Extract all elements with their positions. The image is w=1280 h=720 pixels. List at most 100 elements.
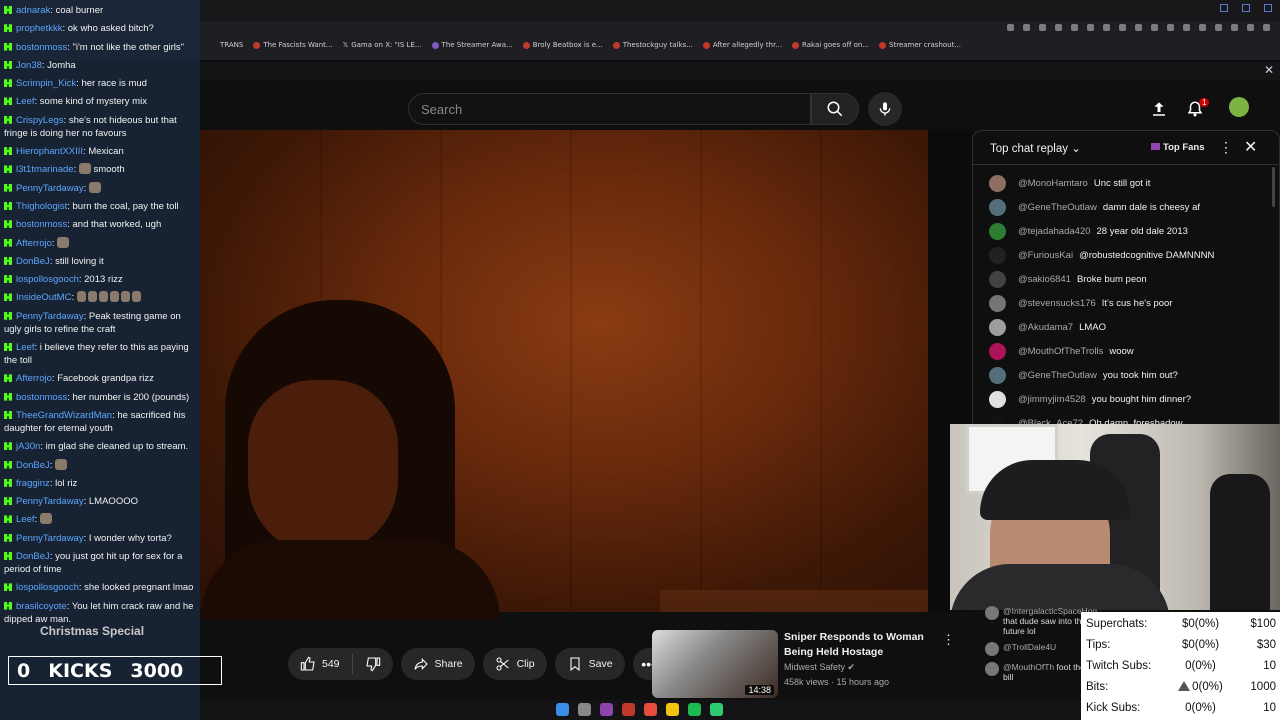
extension-icon[interactable] [1167, 24, 1174, 31]
chat-author[interactable]: @MonoHamtaro [1018, 178, 1088, 189]
bookmark[interactable]: The Streamer Awa... [431, 41, 513, 49]
chat-username[interactable]: brasilcoyote [16, 601, 67, 612]
extension-icon[interactable] [1215, 24, 1222, 31]
create-button[interactable] [1146, 96, 1172, 122]
chat-username[interactable]: Jon38 [16, 60, 42, 71]
avatar[interactable] [989, 390, 1006, 408]
extension-icon[interactable] [1231, 24, 1238, 31]
avatar[interactable] [989, 294, 1006, 312]
chat-author[interactable]: @stevensucks176 [1018, 298, 1096, 309]
browser-icon[interactable] [644, 703, 657, 716]
close-window-icon[interactable] [1264, 4, 1272, 12]
chat-username[interactable]: InsideOutMC [16, 292, 71, 303]
extension-icon[interactable] [1135, 24, 1142, 31]
extension-icon[interactable] [1119, 24, 1126, 31]
avatar[interactable] [989, 366, 1006, 384]
extension-icon[interactable] [1103, 24, 1110, 31]
windows-start-icon[interactable] [556, 703, 569, 716]
minimize-icon[interactable] [1220, 4, 1228, 12]
chat-username[interactable]: Leef [16, 342, 35, 353]
chat-username[interactable]: Leef [16, 96, 35, 107]
chat-username[interactable]: TheeGrandWizardMan [16, 410, 112, 421]
chat-username[interactable]: Thighologist [16, 201, 67, 212]
search-icon[interactable] [578, 703, 591, 716]
extension-icon[interactable] [1007, 24, 1014, 31]
chat-author[interactable]: @FuriousKai [1018, 250, 1073, 261]
bookmark[interactable]: Rakai goes off on... [792, 41, 869, 49]
top-fans-button[interactable]: Top Fans [1151, 142, 1205, 153]
xbox-icon[interactable] [710, 703, 723, 716]
chat-username[interactable]: DonBeJ [16, 551, 50, 562]
chat-username[interactable]: Leef [16, 514, 35, 525]
chat-author[interactable]: @MouthOfTheTrolls [1018, 346, 1103, 357]
bookmark[interactable]: After allegedly thr... [702, 41, 782, 49]
chat-username[interactable]: prophetkkk [16, 23, 62, 34]
chat-author[interactable]: @Akudama7 [1018, 322, 1073, 333]
spotify-icon[interactable] [688, 703, 701, 716]
recommended-video[interactable]: 14:38 Sniper Responds to Woman Being Hel… [652, 630, 957, 700]
account-avatar[interactable] [1229, 97, 1249, 117]
share-button[interactable]: Share [400, 648, 475, 680]
chat-author[interactable]: @sakio6841 [1018, 274, 1071, 285]
like-button[interactable]: 549 [288, 648, 352, 680]
chat-username[interactable]: bostonmoss [16, 392, 67, 403]
extension-icon[interactable] [1071, 24, 1078, 31]
chat-mode-dropdown[interactable]: Top chat replay ⌄ [990, 141, 1081, 155]
chat-username[interactable]: Afterrojo [16, 238, 52, 249]
chat-username[interactable]: DonBeJ [16, 256, 50, 267]
avatar[interactable] [989, 174, 1006, 192]
chat-author[interactable]: @GeneTheOutlaw [1018, 370, 1097, 381]
chat-username[interactable]: adnarak [16, 5, 50, 16]
chat-username[interactable]: fragginz [16, 478, 50, 489]
extension-icon[interactable] [1199, 24, 1206, 31]
chat-username[interactable]: lospollosgooch [16, 582, 79, 593]
video-thumbnail[interactable]: 14:38 [652, 630, 778, 698]
chat-username[interactable]: Scrimpin_Kick [16, 78, 76, 89]
extension-icon[interactable] [1087, 24, 1094, 31]
search-button[interactable] [811, 93, 859, 125]
close-chat-icon[interactable]: ✕ [1244, 137, 1257, 157]
bookmark[interactable]: Thestockguy talks... [612, 41, 693, 49]
chat-author[interactable]: @tejadahada420 [1018, 226, 1091, 237]
dislike-button[interactable] [353, 648, 393, 680]
search-input[interactable]: Search [408, 93, 811, 125]
avatar[interactable] [989, 318, 1006, 336]
voice-search-button[interactable] [868, 92, 902, 126]
extension-icon[interactable] [1263, 24, 1270, 31]
chat-username[interactable]: bostonmoss [16, 42, 67, 53]
chat-username[interactable]: lospollosgooch [16, 274, 79, 285]
extension-icon[interactable] [1055, 24, 1062, 31]
chat-username[interactable]: Afterrojo [16, 373, 52, 384]
chat-username[interactable]: CrispyLegs [16, 115, 64, 126]
chat-username[interactable]: HierophantXXIII [16, 146, 83, 157]
chat-username[interactable]: DonBeJ [16, 460, 50, 471]
folder-icon[interactable] [666, 703, 679, 716]
avatar[interactable] [989, 270, 1006, 288]
bookmark[interactable]: The Fascists Want... [253, 41, 333, 49]
avatar[interactable] [989, 342, 1006, 360]
channel-name[interactable]: Midwest Safety ✔ [784, 662, 855, 673]
avatar[interactable] [989, 246, 1006, 264]
chat-scrollbar[interactable] [1272, 167, 1275, 207]
extension-icon[interactable] [1023, 24, 1030, 31]
extension-icon[interactable] [1151, 24, 1158, 31]
more-options-icon[interactable]: ⋮ [942, 632, 955, 648]
bookmark[interactable]: Broly Beatbox is e... [522, 41, 603, 49]
clip-button[interactable]: Clip [482, 648, 547, 680]
close-icon[interactable]: ✕ [1264, 63, 1274, 77]
save-button[interactable]: Save [554, 648, 625, 680]
extension-icon[interactable] [1247, 24, 1254, 31]
bookmark-trans[interactable]: TRANS [220, 41, 243, 49]
app-icon[interactable] [622, 703, 635, 716]
chat-author[interactable]: @GeneTheOutlaw [1018, 202, 1097, 213]
chat-username[interactable]: jA30n [16, 441, 40, 452]
chat-username[interactable]: l3t1tmarinade [16, 164, 74, 175]
chat-username[interactable]: PennyTardaway [16, 533, 84, 544]
maximize-icon[interactable] [1242, 4, 1250, 12]
bookmark[interactable]: Streamer crashout... [879, 41, 961, 49]
avatar[interactable] [989, 222, 1006, 240]
chat-author[interactable]: @jimmyjim4528 [1018, 394, 1086, 405]
app-icon[interactable] [600, 703, 613, 716]
avatar[interactable] [989, 198, 1006, 216]
extension-icon[interactable] [1183, 24, 1190, 31]
